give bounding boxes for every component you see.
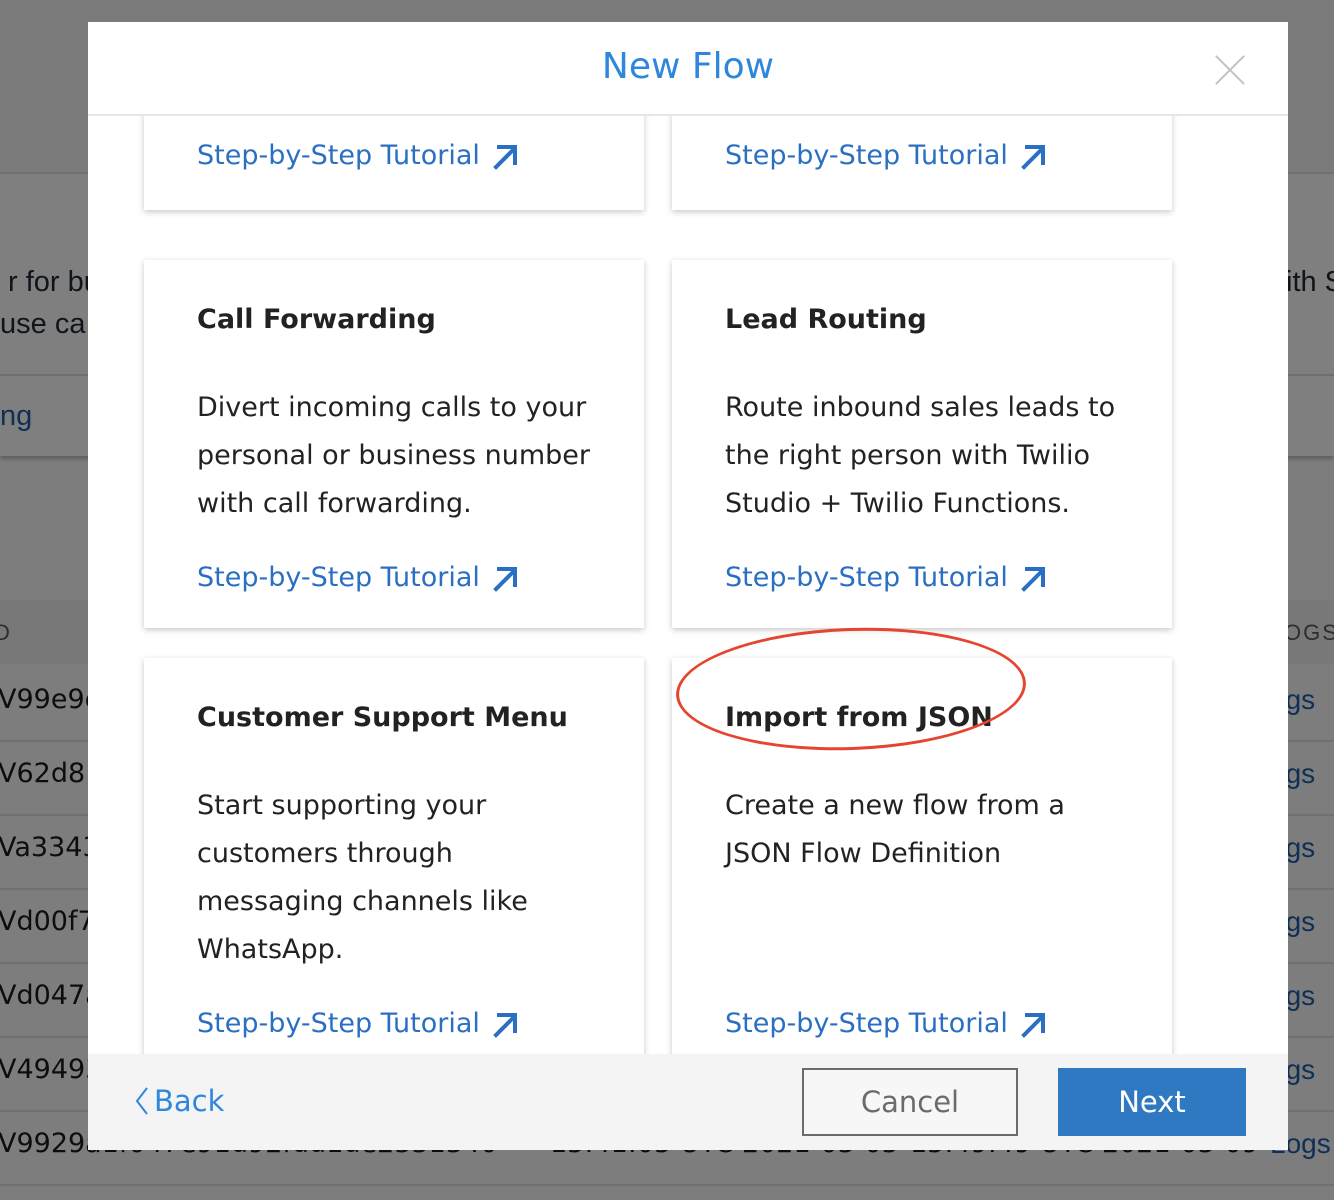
card-description: Divert incoming calls to your personal o… (197, 392, 591, 519)
tutorial-link[interactable]: Step-by-Step Tutorial (725, 140, 1046, 171)
tutorial-link[interactable]: Step-by-Step Tutorial (197, 562, 518, 593)
template-card[interactable]: Step-by-Step Tutorial (144, 116, 644, 210)
tutorial-link-label: Step-by-Step Tutorial (197, 1008, 480, 1039)
template-card-call-forwarding[interactable]: Call Forwarding Divert incoming calls to… (144, 260, 644, 628)
tutorial-link[interactable]: Step-by-Step Tutorial (197, 140, 518, 171)
card-title: Customer Support Menu (197, 702, 568, 733)
template-list[interactable]: Step-by-Step Tutorial Step-by-Step Tutor… (88, 116, 1288, 1054)
close-icon[interactable] (1214, 54, 1246, 86)
external-arrow-icon (1021, 566, 1045, 592)
card-description: Route inbound sales leads to the right p… (725, 392, 1116, 519)
card-description: Start supporting your customers through … (197, 790, 528, 965)
external-arrow-icon (1021, 1012, 1045, 1038)
tutorial-link[interactable]: Step-by-Step Tutorial (725, 562, 1046, 593)
tutorial-link-label: Step-by-Step Tutorial (197, 140, 480, 171)
template-card-import-from-json[interactable]: Import from JSON Create a new flow from … (672, 658, 1172, 1054)
external-arrow-icon (493, 144, 517, 170)
tutorial-link[interactable]: Step-by-Step Tutorial (197, 1008, 518, 1039)
tutorial-link-label: Step-by-Step Tutorial (197, 562, 480, 593)
next-button[interactable]: Next (1058, 1068, 1246, 1136)
template-card-customer-support-menu[interactable]: Customer Support Menu Start supporting y… (144, 658, 644, 1054)
card-title: Import from JSON (725, 702, 993, 733)
cancel-button[interactable]: Cancel (802, 1068, 1018, 1136)
card-title: Call Forwarding (197, 304, 436, 335)
template-card-lead-routing[interactable]: Lead Routing Route inbound sales leads t… (672, 260, 1172, 628)
modal-title: New Flow (601, 46, 775, 87)
new-flow-modal: New Flow Step-by-Step Tutorial Step-by-S… (88, 22, 1288, 1150)
back-button[interactable]: Back (134, 1084, 224, 1118)
chevron-left-icon (135, 1087, 148, 1115)
tutorial-link[interactable]: Step-by-Step Tutorial (725, 1008, 1046, 1039)
external-arrow-icon (493, 1012, 517, 1038)
template-card[interactable]: Step-by-Step Tutorial (672, 116, 1172, 210)
external-arrow-icon (493, 566, 517, 592)
tutorial-link-label: Step-by-Step Tutorial (725, 1008, 1008, 1039)
modal-header: New Flow (88, 22, 1288, 116)
card-description: Create a new flow from a JSON Flow Defin… (725, 790, 1065, 869)
card-title: Lead Routing (725, 304, 927, 335)
external-arrow-icon (1021, 144, 1045, 170)
modal-footer: Back Cancel Next (88, 1054, 1288, 1150)
back-label: Back (154, 1084, 225, 1118)
tutorial-link-label: Step-by-Step Tutorial (725, 140, 1008, 171)
tutorial-link-label: Step-by-Step Tutorial (725, 562, 1008, 593)
